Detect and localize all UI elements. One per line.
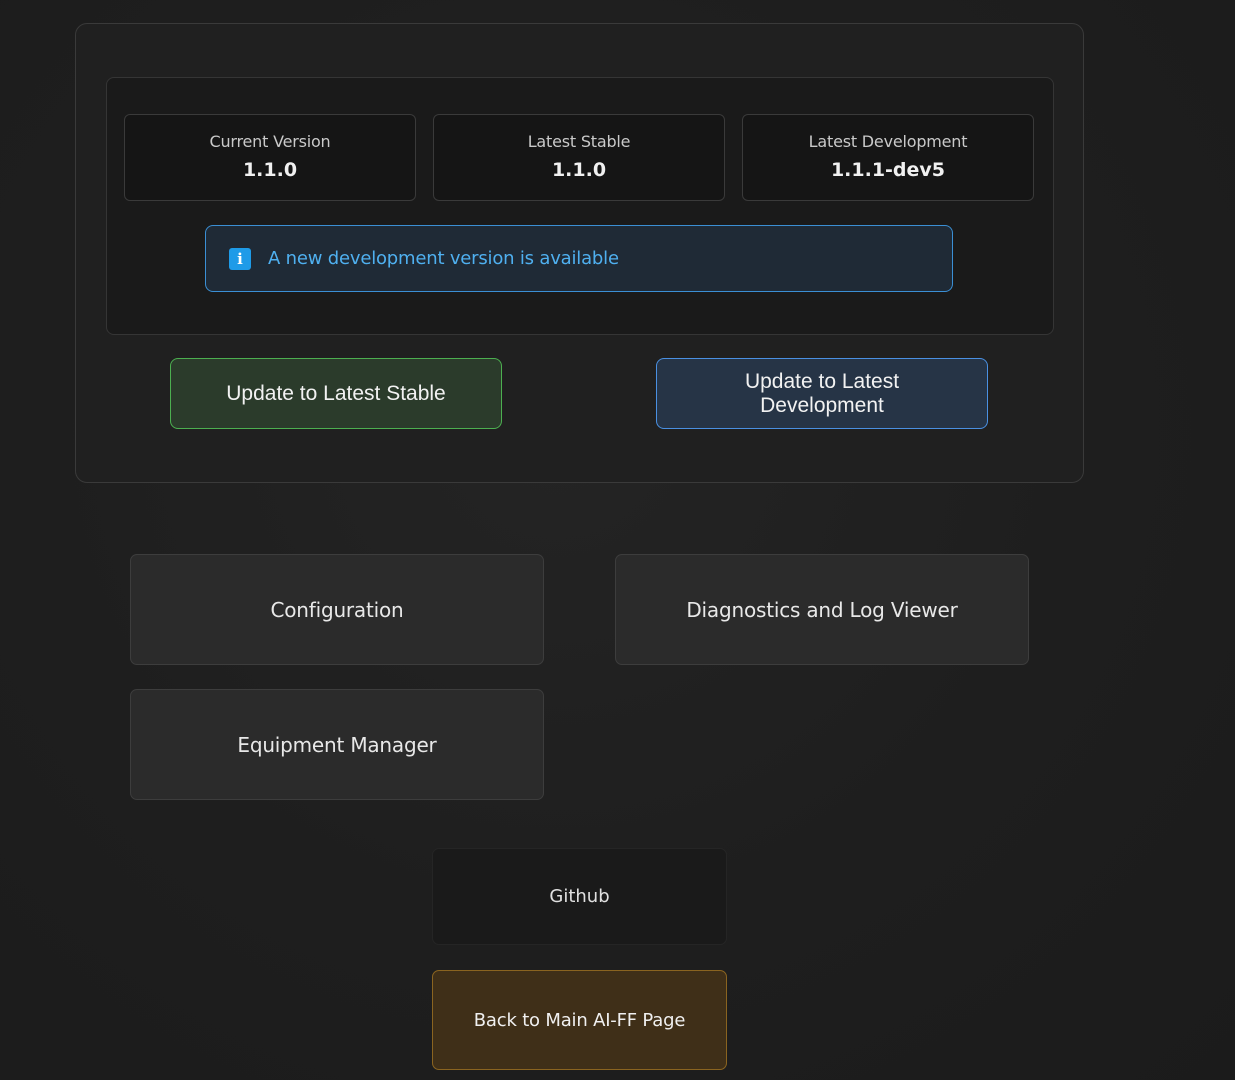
configuration-button[interactable]: Configuration [130, 554, 544, 665]
latest-development-value: 1.1.1-dev5 [830, 159, 946, 181]
update-development-button[interactable]: Update to Latest Development [656, 358, 988, 429]
current-version-label: Current Version [209, 132, 331, 151]
equipment-label: Equipment Manager [237, 732, 437, 757]
github-button[interactable]: Github [432, 848, 727, 945]
info-icon: i [229, 247, 251, 270]
update-development-label: Update to Latest Development [744, 369, 900, 417]
equipment-manager-button[interactable]: Equipment Manager [130, 689, 544, 800]
latest-development-card: Latest Development 1.1.1-dev5 [742, 114, 1034, 201]
update-stable-button[interactable]: Update to Latest Stable [170, 358, 502, 429]
back-to-main-button[interactable]: Back to Main AI-FF Page [432, 970, 727, 1070]
latest-stable-label: Latest Stable [527, 132, 631, 151]
notice-message: A new development version is available [268, 248, 619, 269]
github-label: Github [549, 886, 610, 907]
latest-stable-card: Latest Stable 1.1.0 [433, 114, 725, 201]
configuration-label: Configuration [270, 597, 404, 622]
current-version-value: 1.1.0 [242, 159, 298, 181]
update-available-notice: i A new development version is available [205, 225, 953, 292]
back-label: Back to Main AI-FF Page [473, 1009, 686, 1031]
update-stable-label: Update to Latest Stable [226, 381, 446, 405]
latest-development-label: Latest Development [808, 132, 968, 151]
diagnostics-log-viewer-button[interactable]: Diagnostics and Log Viewer [615, 554, 1029, 665]
current-version-card: Current Version 1.1.0 [124, 114, 416, 201]
diagnostics-label: Diagnostics and Log Viewer [686, 597, 958, 622]
latest-stable-value: 1.1.0 [551, 159, 607, 181]
